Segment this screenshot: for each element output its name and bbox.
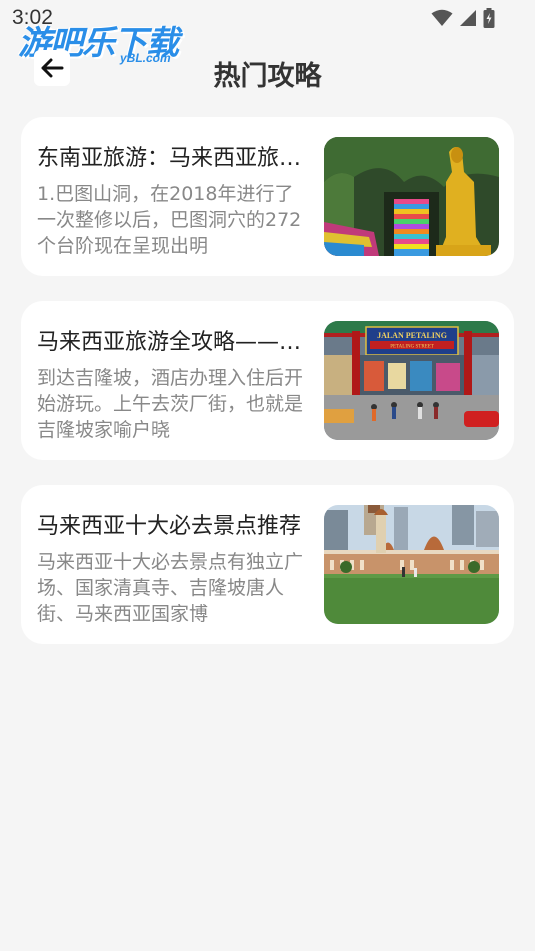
guide-card-description: 马来西亚十大必去景点有独立广场、国家清真寺、吉隆坡唐人街、马来西亚国家博 <box>37 551 303 625</box>
sign-line-2: PETALING STREET <box>390 345 434 350</box>
sign-line-1: JALAN PETALING <box>377 331 447 340</box>
battery-icon <box>483 8 495 28</box>
petaling-street-photo: JALAN PETALING PETALING STREET <box>324 321 499 440</box>
guide-card-title: 马来西亚旅游全攻略——吉隆坡 <box>37 330 305 355</box>
status-icons <box>431 8 495 28</box>
guide-card-description: 1.巴图山洞，在2018年进行了一次整修以后，巴图洞穴的272个台阶现在呈现出明 <box>37 183 302 257</box>
guide-card-title: 东南亚旅游：马来西亚旅游攻略 <box>37 146 305 171</box>
guide-card-title: 马来西亚十大必去景点推荐 <box>37 514 302 539</box>
batu-caves-photo <box>324 137 499 256</box>
guide-card[interactable]: 东南亚旅游：马来西亚旅游攻略 1.巴图山洞，在2018年进行了一次整修以后，巴图… <box>21 117 514 276</box>
wifi-icon <box>431 9 453 26</box>
merdeka-square-photo <box>324 505 499 624</box>
page-title: 热门攻略 <box>213 61 322 92</box>
guide-card[interactable]: 马来西亚旅游全攻略——吉隆坡 到达吉隆坡，酒店办理入住后开始游玩。上午去茨厂街，… <box>21 301 514 460</box>
guide-list: 东南亚旅游：马来西亚旅游攻略 1.巴图山洞，在2018年进行了一次整修以后，巴图… <box>21 117 514 669</box>
guide-card-description: 到达吉隆坡，酒店办理入住后开始游玩。上午去茨厂街，也就是吉隆坡家喻户晓 <box>37 367 303 441</box>
signal-icon <box>460 10 476 26</box>
guide-card[interactable]: 马来西亚十大必去景点推荐 马来西亚十大必去景点有独立广场、国家清真寺、吉隆坡唐人… <box>21 485 514 644</box>
